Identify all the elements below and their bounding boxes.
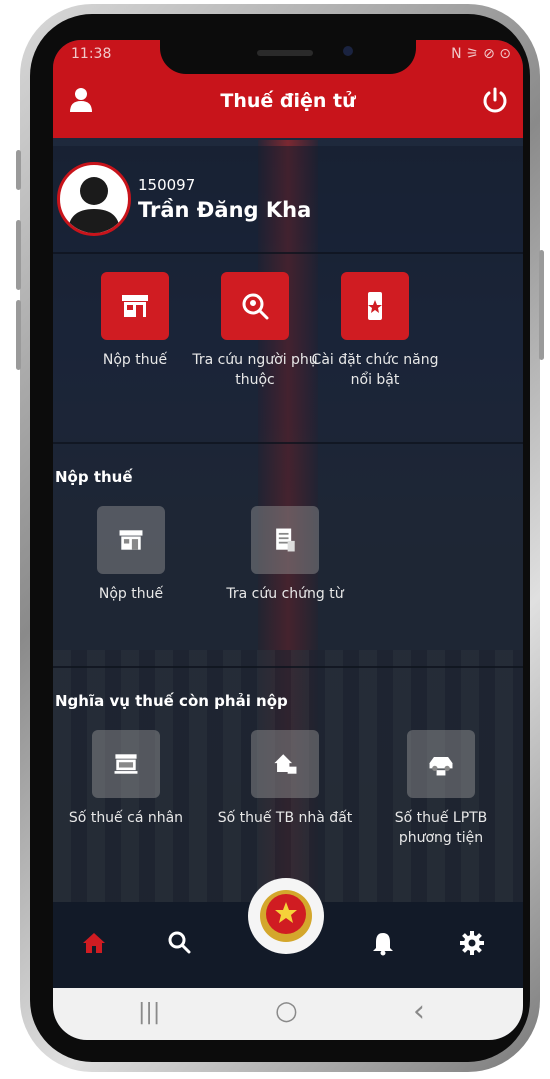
- section-nop-thue: Nộp thuế Nộp thuế Tra cứu chứng từ: [53, 442, 523, 668]
- tile-label: Số thuế LPTB phương tiện: [394, 810, 488, 846]
- quick-action-tra-cuu-nguoi-phu-thuoc[interactable]: Tra cứu người phụ thuộc: [185, 272, 325, 390]
- store-icon: [114, 754, 138, 774]
- quick-action-cai-dat-chuc-nang[interactable]: Cài đặt chức năng nổi bật: [305, 272, 445, 390]
- back-button[interactable]: ‹: [413, 994, 425, 1029]
- search-person-icon: [242, 293, 269, 320]
- side-button-left: [16, 220, 21, 290]
- shop-icon: [119, 530, 143, 550]
- document-icon: [276, 528, 295, 552]
- tile-so-thue-ca-nhan[interactable]: Số thuế cá nhân: [56, 730, 196, 828]
- section-title: Nghĩa vụ thuế còn phải nộp: [55, 692, 288, 710]
- camera: [343, 46, 353, 56]
- emblem-button[interactable]: [248, 878, 324, 954]
- phone-star-icon: [368, 292, 382, 320]
- side-button-right: [539, 250, 544, 360]
- tile-label: Số thuế cá nhân: [68, 810, 184, 826]
- avatar: [57, 162, 131, 236]
- search-icon[interactable]: [167, 930, 191, 958]
- tile-so-thue-tb-nha-dat[interactable]: Số thuế TB nhà đất: [215, 730, 355, 828]
- recent-apps-button[interactable]: |||: [138, 1000, 160, 1025]
- tile-label: Số thuế TB nhà đất: [217, 810, 353, 826]
- quick-actions: Nộp thuế Tra cứu người phụ thuộc Cài đặt…: [53, 252, 523, 444]
- house-icon: [274, 754, 297, 774]
- section-title: Nộp thuế: [55, 468, 133, 486]
- notch: [160, 40, 416, 74]
- settings-icon[interactable]: [459, 930, 485, 960]
- tile-icon-box: [92, 730, 160, 798]
- side-button-left: [16, 150, 21, 190]
- status-time: 11:38: [71, 46, 112, 62]
- section-nghia-vu: Nghĩa vụ thuế còn phải nộp Số thuế cá nh…: [53, 666, 523, 902]
- status-icons: N ⚞ ⊘ ⊙: [451, 46, 511, 62]
- android-nav-bar: ||| ○ ‹: [53, 988, 523, 1040]
- user-info[interactable]: 150097 Trần Đăng Kha: [53, 146, 523, 254]
- power-icon[interactable]: [481, 86, 509, 118]
- tile-label: Nộp thuế: [98, 586, 164, 602]
- tile-icon-box: [407, 730, 475, 798]
- user-name: Trần Đăng Kha: [138, 198, 312, 222]
- tile-icon-box: [97, 506, 165, 574]
- quick-action-icon-box: [341, 272, 409, 340]
- quick-action-icon-box: [221, 272, 289, 340]
- app-title: Thuế điện tử: [220, 90, 356, 112]
- quick-action-label: Cài đặt chức năng nổi bật: [311, 352, 439, 388]
- tile-icon-box: [251, 506, 319, 574]
- phone-screen: 11:38 N ⚞ ⊘ ⊙ Thuế điện tử 150097 Trần Đ…: [53, 40, 523, 1040]
- side-button-left: [16, 300, 21, 370]
- quick-action-nop-thue[interactable]: Nộp thuế: [65, 272, 205, 370]
- bell-icon[interactable]: [371, 930, 395, 960]
- tile-nop-thue[interactable]: Nộp thuế: [61, 506, 201, 604]
- tile-icon-box: [251, 730, 319, 798]
- home-button[interactable]: ○: [275, 996, 298, 1026]
- shop-icon: [122, 295, 148, 317]
- quick-action-label: Tra cứu người phụ thuộc: [192, 352, 318, 388]
- quick-action-label: Nộp thuế: [102, 352, 168, 368]
- bottom-nav: [53, 878, 523, 988]
- tile-label: Tra cứu chứng từ: [226, 586, 344, 602]
- speaker: [257, 50, 313, 56]
- tile-tra-cuu-chung-tu[interactable]: Tra cứu chứng từ: [215, 506, 355, 604]
- quick-action-icon-box: [101, 272, 169, 340]
- home-icon[interactable]: [81, 930, 107, 960]
- car-icon: [429, 756, 453, 776]
- app-bar: Thuế điện tử: [53, 70, 523, 138]
- user-id: 150097: [138, 176, 196, 194]
- tile-so-thue-lptb-phuong-tien[interactable]: Số thuế LPTB phương tiện: [371, 730, 511, 848]
- emblem-icon: [260, 890, 312, 942]
